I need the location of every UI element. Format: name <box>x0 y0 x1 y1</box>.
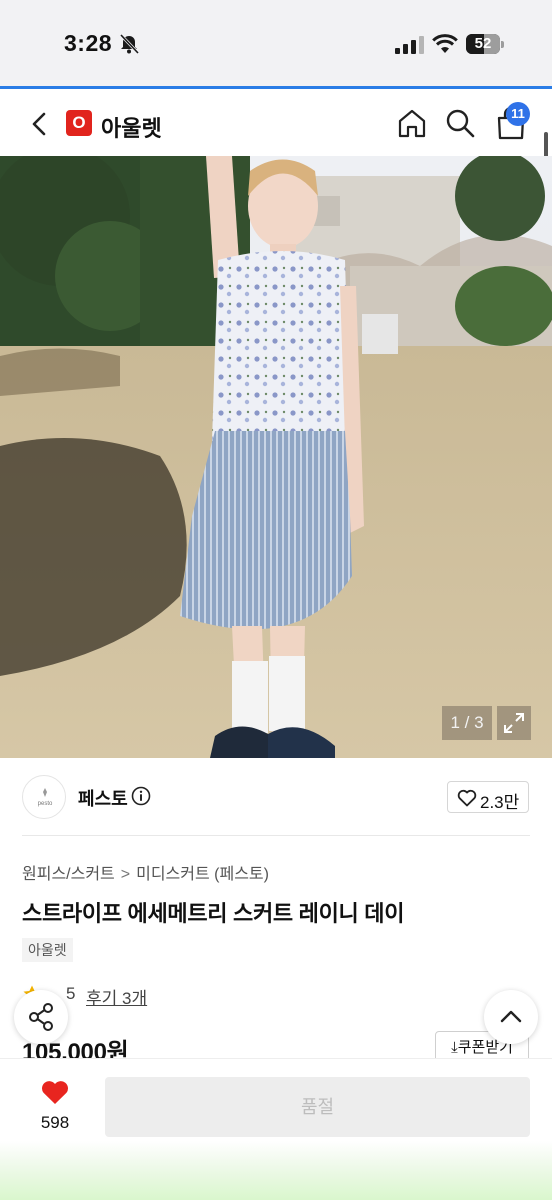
product-image[interactable] <box>0 156 552 758</box>
info-icon[interactable] <box>131 786 151 806</box>
heart-filled-icon <box>42 1081 68 1104</box>
store-avatar[interactable]: pesto <box>22 775 66 819</box>
cart-count-badge: 11 <box>506 102 530 126</box>
review-link[interactable]: 후기 3개 <box>86 984 147 1009</box>
breadcrumb-separator: > <box>120 866 131 883</box>
home-icon[interactable] <box>396 107 428 139</box>
brand-logo[interactable]: O <box>66 110 92 136</box>
status-bar: 3:28 52 <box>0 0 552 86</box>
store-row: pesto 페스토 2.3만 <box>0 758 552 836</box>
store-logo-mark <box>43 788 47 797</box>
store-name[interactable]: 페스토 <box>78 785 128 811</box>
search-icon[interactable] <box>444 107 476 139</box>
store-like-button[interactable]: 2.3만 <box>447 781 529 813</box>
chevron-left-icon[interactable] <box>26 109 52 139</box>
divider <box>22 835 530 836</box>
battery-icon: 52 <box>466 34 504 54</box>
soldout-button[interactable]: 품절 <box>105 1077 530 1137</box>
breadcrumb-category[interactable]: 원피스/스커트 <box>22 860 115 884</box>
status-time: 3:28 <box>64 30 113 56</box>
battery-level: 52 <box>474 35 492 52</box>
signal-icon <box>395 36 424 54</box>
app-header: O 아울렛 <box>0 86 552 156</box>
bottom-action-bar: 598 품절 <box>0 1058 552 1200</box>
wifi-icon <box>432 34 458 53</box>
scroll-top-button[interactable] <box>484 990 538 1044</box>
chevron-up-icon <box>500 1010 522 1023</box>
breadcrumb-subcategory[interactable]: 미디스커트 (페스토) <box>136 860 269 884</box>
wish-count: 598 <box>40 1113 70 1132</box>
expand-icon[interactable] <box>497 706 531 740</box>
product-title: 스트라이프 에세메트리 스커트 레이니 데이 <box>22 901 405 926</box>
breadcrumb: 원피스/스커트 > 미디스커트 (페스토) <box>22 860 269 884</box>
download-icon: ⤓ <box>451 1039 458 1056</box>
brand-name[interactable]: 아울렛 <box>101 111 162 143</box>
share-icon <box>29 1003 53 1031</box>
wish-button[interactable]: 598 <box>30 1077 80 1137</box>
heart-outline-icon <box>457 789 477 807</box>
outlet-tag: 아울렛 <box>22 938 73 962</box>
store-like-count: 2.3만 <box>480 793 520 812</box>
bell-off-icon <box>119 34 140 54</box>
store-avatar-text: pesto <box>37 801 53 807</box>
photo-counter: 1 / 3 <box>442 706 492 740</box>
share-button[interactable] <box>14 990 68 1044</box>
